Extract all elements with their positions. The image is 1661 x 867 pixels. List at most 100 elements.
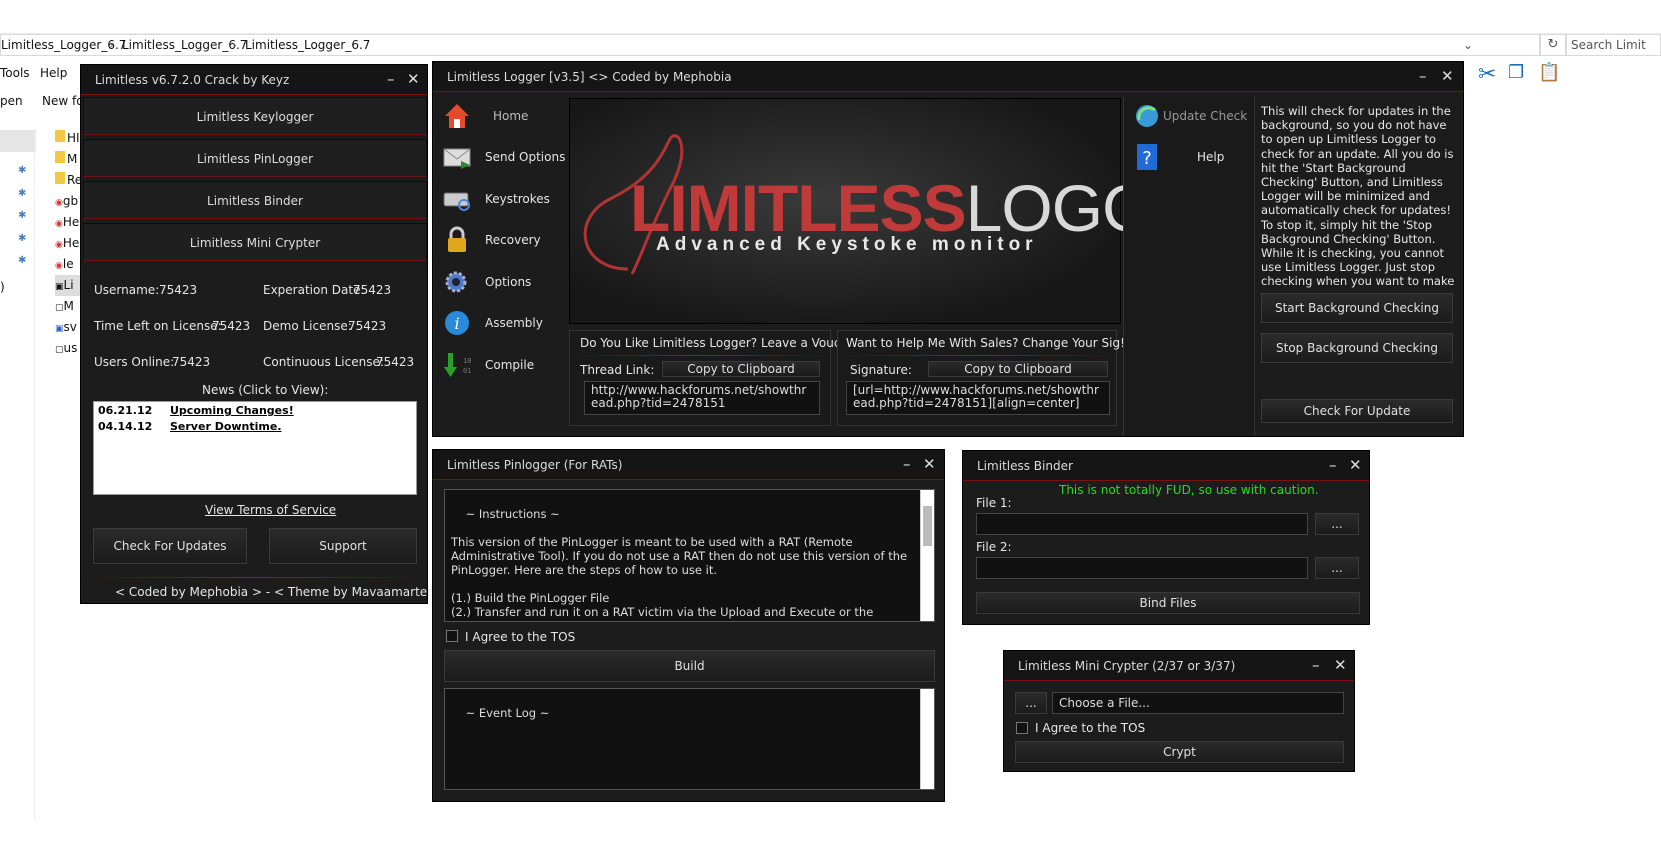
nav-keystrokes[interactable]: Keystrokes (437, 180, 567, 218)
home-icon (445, 104, 469, 128)
scrollbar[interactable] (920, 689, 934, 789)
binder-window: Limitless Binder – ✕ This is not totally… (962, 450, 1370, 625)
demo-label: Demo License: (263, 319, 352, 333)
news-label: News (Click to View): (202, 383, 329, 397)
pinlogger-titlebar[interactable]: Limitless Pinlogger (For RATs) – ✕ (433, 450, 944, 480)
binder-button[interactable]: Limitless Binder (83, 181, 427, 219)
address-bar[interactable]: Limitless_Logger_6.7 › Limitless_Logger_… (0, 34, 1540, 56)
expiration-label: Experation Date: (263, 283, 365, 297)
news-item[interactable]: 06.21.12 Upcoming Changes! (98, 404, 412, 420)
mail-icon (443, 148, 471, 169)
nav-recovery[interactable]: Recovery (437, 221, 567, 259)
start-background-button[interactable]: Start Background Checking (1261, 293, 1453, 323)
chevron-down-icon[interactable]: ⌄ (1463, 38, 1473, 52)
choose-file-input[interactable]: Choose a File... (1052, 692, 1344, 714)
minimize-button[interactable]: – (1312, 656, 1320, 674)
nav-assembly[interactable]: i Assembly (437, 304, 567, 342)
file1-input[interactable] (976, 513, 1308, 535)
crypter-browse-button[interactable]: ... (1015, 692, 1047, 714)
svg-text:01: 01 (463, 367, 471, 375)
pinlogger-window: Limitless Pinlogger (For RATs) – ✕ ~ Ins… (432, 449, 945, 802)
toolbar-new-folder[interactable]: New fo (42, 94, 84, 108)
file1-browse-button[interactable]: ... (1315, 513, 1359, 535)
nav-help[interactable]: ? Help (1127, 138, 1257, 176)
window-title: Limitless Mini Crypter (2/37 or 3/37) (1018, 659, 1236, 673)
signature-field[interactable]: [url=http://www.hackforums.net/showthrea… (846, 381, 1110, 415)
breadcrumb-item[interactable]: Limitless_Logger_6.7 (1, 38, 126, 52)
pin-icons: ✱ ✱ ✱ ✱ ✱ (18, 165, 27, 266)
menu-help[interactable]: Help (40, 66, 67, 80)
news-item[interactable]: 04.14.12 Server Downtime. (98, 420, 412, 436)
news-list: 06.21.12 Upcoming Changes! 04.14.12 Server… (93, 401, 417, 495)
agree-tos-label: I Agree to the TOS (465, 630, 576, 644)
crack-titlebar[interactable]: Limitless v6.7.2.0 Crack by Keyz – ✕ (81, 65, 427, 95)
file1-label: File 1: (976, 496, 1012, 510)
mini-crypter-button[interactable]: Limitless Mini Crypter (83, 223, 427, 261)
paste-icon[interactable]: 📋 (1538, 62, 1560, 83)
explorer-ribbon (0, 0, 1661, 34)
minimize-button[interactable]: – (903, 455, 911, 473)
divider (838, 355, 1118, 356)
file2-input[interactable] (976, 557, 1308, 579)
close-button[interactable]: ✕ (407, 70, 420, 88)
nav-char: ) (0, 280, 5, 294)
tos-link[interactable]: View Terms of Service (205, 503, 336, 517)
keylogger-button[interactable]: Limitless Keylogger (83, 97, 427, 135)
copy-signature-button[interactable]: Copy to Clipboard (928, 361, 1108, 377)
nav-update-check[interactable]: Update Check (1127, 97, 1257, 135)
event-log-textarea[interactable]: ~ Event Log ~ (444, 688, 935, 790)
agree-tos-checkbox[interactable] (446, 630, 458, 642)
close-button[interactable]: ✕ (1441, 67, 1454, 85)
minimize-button[interactable]: – (1329, 456, 1337, 474)
refresh-icon[interactable]: ↻ (1540, 34, 1566, 56)
crypt-button[interactable]: Crypt (1015, 741, 1344, 763)
stop-background-button[interactable]: Stop Background Checking (1261, 333, 1453, 363)
binder-titlebar[interactable]: Limitless Binder – ✕ (963, 451, 1369, 481)
credits-footer: < Coded by Mephobia > - < Theme by Mavaa… (115, 585, 449, 599)
signature-label: Signature: (850, 363, 912, 377)
breadcrumb-item[interactable]: Limitless_Logger_6.7 (245, 38, 370, 52)
bind-files-button[interactable]: Bind Files (976, 592, 1360, 614)
expiration-value: 75423 (353, 283, 392, 297)
copy-thread-button[interactable]: Copy to Clipboard (662, 361, 820, 377)
pinlogger-button[interactable]: Limitless PinLogger (83, 139, 427, 177)
close-button[interactable]: ✕ (923, 455, 936, 473)
nav-options[interactable]: Options (437, 263, 567, 301)
crypter-agree-checkbox[interactable] (1016, 722, 1028, 734)
toolbar-open[interactable]: pen (0, 94, 23, 108)
help-icon: ? (1137, 144, 1157, 170)
build-button[interactable]: Build (444, 650, 935, 682)
menu-tools[interactable]: Tools (0, 66, 30, 80)
nav-compile[interactable]: 10 01 Compile (437, 346, 567, 384)
window-title: Limitless v6.7.2.0 Crack by Keyz (95, 73, 290, 87)
copy-icon[interactable]: ❐ (1508, 62, 1524, 83)
logo-banner: LIMITLESSLOGGER Advanced Keystoke monito… (569, 98, 1243, 324)
nav-home[interactable]: Home (437, 97, 567, 135)
thread-url-field[interactable]: http://www.hackforums.net/showthread.php… (584, 381, 820, 415)
crypter-titlebar[interactable]: Limitless Mini Crypter (2/37 or 3/37) – … (1004, 651, 1354, 681)
close-button[interactable]: ✕ (1334, 656, 1347, 674)
search-input[interactable]: Search Limit (1566, 34, 1661, 56)
time-left-label: Time Left on License: (94, 319, 222, 333)
breadcrumb-separator: › (109, 38, 114, 52)
signature-panel: Want to Help Me With Sales? Change Your … (837, 330, 1125, 426)
scrollbar[interactable] (920, 490, 934, 621)
users-online-value: 75423 (172, 355, 211, 369)
logo-subtitle: Advanced Keystoke monitor (656, 234, 1038, 255)
cut-icon[interactable]: ✂ (1478, 62, 1496, 87)
main-titlebar[interactable]: Limitless Logger [v3.5] <> Coded by Meph… (433, 62, 1463, 92)
minimize-button[interactable]: – (387, 70, 395, 88)
support-button[interactable]: Support (269, 528, 417, 564)
close-button[interactable]: ✕ (1349, 456, 1362, 474)
minimize-button[interactable]: – (1419, 67, 1427, 85)
nav-send-options[interactable]: Send Options (437, 138, 567, 176)
file2-label: File 2: (976, 540, 1012, 554)
keyboard-icon (443, 192, 470, 211)
mini-crypter-window: Limitless Mini Crypter (2/37 or 3/37) – … (1003, 650, 1355, 772)
check-for-update-button[interactable]: Check For Update (1261, 399, 1453, 423)
breadcrumb-item[interactable]: Limitless_Logger_6.7 (122, 38, 247, 52)
file2-browse-button[interactable]: ... (1315, 557, 1359, 579)
instructions-textarea[interactable]: ~ Instructions ~ This version of the Pin… (444, 489, 935, 622)
check-updates-button[interactable]: Check For Updates (93, 528, 247, 564)
update-info-text: This will check for updates in the backg… (1261, 104, 1455, 303)
